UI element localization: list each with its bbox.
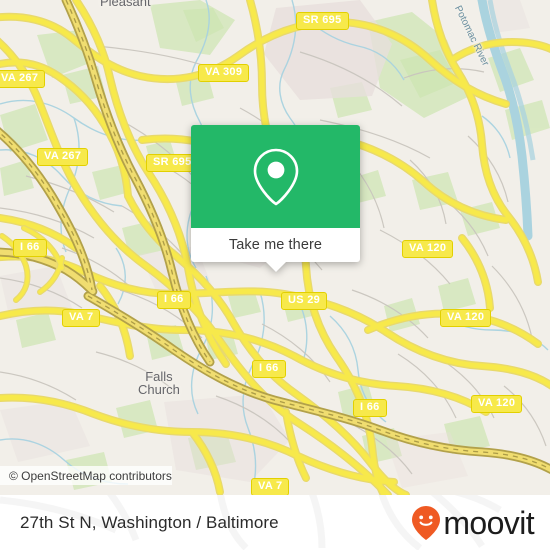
road-shield-label: VA 120 <box>409 242 447 254</box>
map-canvas[interactable]: Pleasant Falls Church Potomac River SR 6… <box>0 0 550 495</box>
moovit-wordmark: moovit <box>443 504 534 541</box>
moovit-brand-logo[interactable]: moovit <box>411 504 535 541</box>
road-shield-label: I 66 <box>20 241 40 253</box>
destination-popup-card[interactable]: Take me there <box>191 125 360 272</box>
road-shield-label: VA 267 <box>44 150 82 162</box>
location-pin-icon <box>253 148 298 205</box>
road-shield-label: VA 120 <box>478 397 516 409</box>
road-shield-label: US 29 <box>288 294 321 306</box>
map-attribution-text: © OpenStreetMap contributors <box>9 468 172 483</box>
road-shield-label: VA 7 <box>69 311 94 323</box>
road-shield-label: SR 695 <box>303 14 342 26</box>
road-shield-va-120-top[interactable]: VA 120 <box>402 240 454 258</box>
road-shield-label: VA 309 <box>205 66 243 78</box>
map-attribution[interactable]: © OpenStreetMap contributors <box>0 466 172 485</box>
location-title: 27th St N, Washington / Baltimore <box>20 512 279 532</box>
popup-image-panel <box>191 125 360 228</box>
road-shield-i-66-mid[interactable]: I 66 <box>157 291 191 309</box>
road-shield-i-66-right[interactable]: I 66 <box>353 399 387 417</box>
road-shield-sr-695-top[interactable]: SR 695 <box>296 12 349 30</box>
road-shield-label: I 66 <box>259 362 279 374</box>
road-shield-va-309[interactable]: VA 309 <box>198 64 250 82</box>
road-shield-va-7[interactable]: VA 7 <box>62 309 101 327</box>
moovit-smiley-pin-icon <box>412 505 441 540</box>
road-shield-va-120-mid[interactable]: VA 120 <box>440 309 492 327</box>
road-shield-va-267[interactable]: VA 267 <box>37 148 89 166</box>
road-shield-label: VA 120 <box>447 311 485 323</box>
road-shield-label: VA 267 <box>1 72 39 84</box>
road-shield-label: VA 7 <box>258 480 283 492</box>
take-me-there-label: Take me there <box>228 237 323 253</box>
popup-cta-bar[interactable]: Take me there <box>191 228 360 262</box>
road-shield-i-66-left[interactable]: I 66 <box>13 239 47 257</box>
road-shield-label: I 66 <box>360 401 380 413</box>
road-shield-label: I 66 <box>164 293 184 305</box>
road-shield-va-7-bottom[interactable]: VA 7 <box>251 478 290 495</box>
road-shield-us-29[interactable]: US 29 <box>281 292 328 310</box>
road-shield-i-66-lower[interactable]: I 66 <box>252 360 286 378</box>
road-shield-va-267-left[interactable]: VA 267 <box>0 70 46 88</box>
road-shield-va-120-bottom[interactable]: VA 120 <box>471 395 523 413</box>
bottom-info-bar: 27th St N, Washington / Baltimore moovit <box>0 495 550 550</box>
road-shield-label: SR 695 <box>153 156 192 168</box>
screenshot-root: Pleasant Falls Church Potomac River SR 6… <box>0 0 550 550</box>
popup-pointer-tail <box>264 261 287 272</box>
